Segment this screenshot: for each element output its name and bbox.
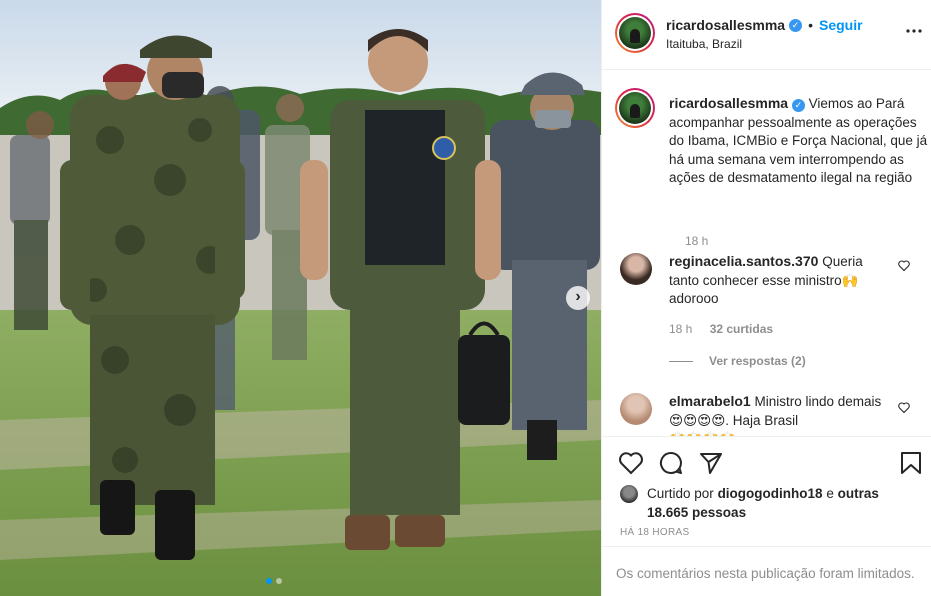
comments-limited-text: Os comentários nesta publicação foram li…: [616, 566, 915, 581]
carousel-dot-active: [266, 578, 272, 584]
author-username[interactable]: ricardosallesmma: [666, 17, 785, 33]
liker-username[interactable]: diogogodinho18: [718, 486, 823, 501]
comment-likes-count[interactable]: 32 curtidas: [710, 322, 773, 336]
view-replies-button[interactable]: Ver respostas (2): [669, 354, 806, 368]
caption-username[interactable]: ricardosallesmma: [669, 95, 788, 111]
commenter-avatar[interactable]: [620, 393, 652, 425]
comment-like-heart-icon[interactable]: [898, 402, 910, 416]
carousel-dot: [276, 578, 282, 584]
caption-avatar[interactable]: [619, 92, 651, 124]
comments-section[interactable]: ricardosallesmma ✓ Viemos ao Pará acompa…: [602, 70, 931, 436]
comments-limited-notice: Os comentários nesta publicação foram li…: [602, 546, 931, 596]
author-avatar[interactable]: [619, 17, 651, 49]
share-paper-plane-icon[interactable]: [698, 450, 724, 476]
follow-button[interactable]: Seguir: [819, 17, 863, 33]
post-photo-illustration: [0, 0, 601, 596]
post-side-panel: ricardosallesmma ✓ • Seguir Itaituba, Br…: [601, 0, 931, 596]
comment-body: elmarabelo1 Ministro lindo demais😍😍😍😍. H…: [669, 392, 889, 436]
comment-body: reginacelia.santos.370 Queria tanto conh…: [669, 252, 889, 309]
post-actions: Curtido por diogogodinho18 e outras 18.6…: [602, 436, 931, 546]
view-replies-label: Ver respostas (2): [709, 354, 806, 368]
comment-timestamp[interactable]: 18 h: [669, 322, 692, 336]
comment-like-heart-icon[interactable]: [898, 260, 910, 274]
carousel-indicator: [266, 578, 282, 584]
verified-badge-icon: ✓: [789, 18, 803, 32]
replies-divider: [669, 360, 693, 362]
comment-meta: 18 h 32 curtidas: [669, 322, 773, 336]
likes-connector: e: [826, 486, 834, 501]
carousel-next-button[interactable]: ›: [566, 286, 590, 310]
caption-body: ricardosallesmma ✓ Viemos ao Pará acompa…: [669, 94, 929, 188]
commenter-avatar[interactable]: [620, 253, 652, 285]
verified-badge-icon: ✓: [791, 99, 805, 112]
commenter-username[interactable]: reginacelia.santos.370: [669, 253, 818, 269]
save-bookmark-icon[interactable]: [898, 450, 924, 476]
story-ring[interactable]: [615, 13, 655, 53]
post-photo[interactable]: [0, 0, 601, 596]
likes-prefix: Curtido por: [647, 486, 714, 501]
caption-timestamp[interactable]: 18 h: [685, 234, 708, 248]
comment-bubble-icon[interactable]: [658, 450, 684, 476]
like-heart-icon[interactable]: [618, 450, 644, 476]
post-time-ago[interactable]: HÁ 18 HORAS: [620, 527, 689, 538]
more-options-icon[interactable]: [906, 22, 922, 33]
liker-avatar[interactable]: [620, 485, 638, 503]
post-location[interactable]: Itaituba, Brazil: [666, 37, 742, 51]
post-header: ricardosallesmma ✓ • Seguir Itaituba, Br…: [602, 0, 931, 70]
commenter-username[interactable]: elmarabelo1: [669, 393, 751, 409]
caption-story-ring[interactable]: [615, 88, 655, 128]
separator-dot: •: [808, 17, 813, 33]
